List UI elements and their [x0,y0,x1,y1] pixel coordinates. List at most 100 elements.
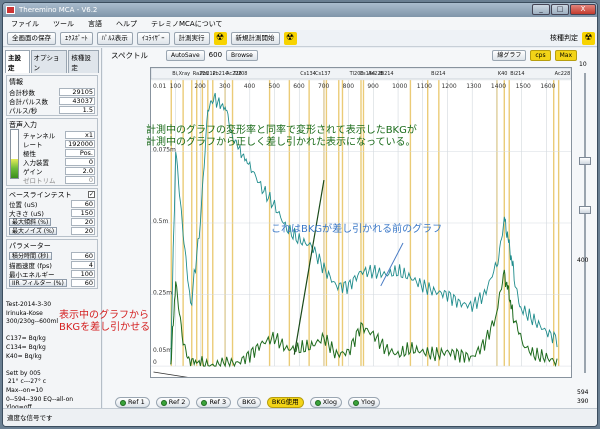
min-energy-field[interactable]: 100 [71,269,95,278]
x-tick-label: 300 [219,83,231,90]
iir-filter-field[interactable]: 60 [71,278,95,287]
ref2-led-icon [160,399,167,406]
equalizer-button[interactable]: ｲｺﾗｲｻﾞｰ [136,31,170,45]
pulse-display-button[interactable]: ﾊﾟﾙｽ表示 [96,31,133,45]
isotope-label: Tl208 [233,71,248,77]
channel-field[interactable]: x1 [65,130,95,139]
audio-group: 音声入力 チャンネル x1 レート 192000 極性 Pos. 入力装置 0 ゲイン 2… [6,118,98,186]
iir-filter-button[interactable]: IIR フィルター (%) [9,278,67,287]
bkg-button[interactable]: BKG [237,397,261,408]
x-tick-label: 1400 [491,83,506,90]
polarity-field[interactable]: Pos. [65,148,95,157]
slider-bottom-value: 390 [577,398,589,405]
input-device-field[interactable]: 0 [65,157,95,166]
menu-language[interactable]: 言語 [88,19,102,29]
isotope-label: Bi,Xray [172,71,190,77]
tab-nuclide-settings[interactable]: 核種設定 [68,50,99,73]
slider-thumb[interactable] [579,157,591,165]
xlog-button[interactable]: Xlog [309,397,343,408]
y-tick-label: 0.05m [153,347,172,354]
xlog-led-icon [314,399,321,406]
ylog-led-icon [353,399,360,406]
toolbar: 全画面の保存 ｴｸｽﾎﾟｰﾄ ﾊﾟﾙｽ表示 ｲｺﾗｲｻﾞｰ 計測実行 ☢ 新規計… [3,30,597,47]
autosave-button[interactable]: AutoSave [165,49,205,61]
run-measure-button[interactable]: 計測実行 [173,31,210,45]
x-tick-label: 1000 [392,83,407,90]
input-level-meter [10,129,19,179]
slider-mid-value: 400 [577,257,589,264]
integration-time-button[interactable]: 積分時間 (秒) [9,251,52,260]
max-noise-button[interactable]: 最大ノイズ (%) [9,226,58,235]
maximize-button[interactable]: □ [551,4,569,15]
close-button[interactable]: X [570,4,596,15]
ref3-button[interactable]: Ref 3 [196,397,232,408]
zero-trim-field[interactable]: 0 [65,175,95,184]
max-button[interactable]: Max [554,49,577,61]
tab-main-settings[interactable]: 主設定 [5,50,30,73]
radiation-icon: ☢ [283,31,297,45]
max-noise-field[interactable]: 20 [71,226,95,235]
export-button[interactable]: ｴｸｽﾎﾟｰﾄ [60,31,93,45]
browse-button[interactable]: Browse [226,49,258,61]
x-tick-label: 800 [343,83,355,90]
x-tick-label: 1300 [466,83,481,90]
x-tick-label: 900 [367,83,379,90]
unit-button[interactable]: cps [530,49,551,61]
params-group: パラメーター 積分時間 (秒) 60 描画速度 (fps) 4 最小エネルギー 100… [6,239,98,289]
app-window: Theremino MCA - V6.2 _ □ X ファイル ツール 言語 ヘ… [2,2,598,427]
use-bkg-button[interactable]: BKG使用 [266,397,304,408]
integration-time-field[interactable]: 60 [71,251,95,260]
x-tick-label: 1200 [441,83,456,90]
menu-about[interactable]: テレミノMCAについて [151,19,223,29]
isotope-label: Cs137 [315,71,331,77]
radiation-icon: ☢ [582,31,595,45]
slider-thumb[interactable] [579,206,591,214]
total-seconds-field: 29105 [59,87,95,96]
info-row: パルス/秒 1.5 [9,105,95,115]
position-field[interactable]: 60 [71,199,95,208]
app-icon [6,6,15,14]
menu-file[interactable]: ファイル [11,19,39,29]
size-field[interactable]: 150 [71,208,95,217]
ylog-button[interactable]: Ylog [348,397,380,408]
spectrum-label: スペクトル [111,50,148,60]
max-slope-field[interactable]: 20 [71,217,95,226]
gain-field[interactable]: 2.0 [65,166,95,175]
baseline-checkbox[interactable]: ✓ [88,191,95,198]
title-bar: Theremino MCA - V6.2 _ □ X [3,3,597,17]
y-tick-label: 0.5m [153,218,168,225]
radiation-icon: ☢ [213,31,227,45]
ref2-button[interactable]: Ref 2 [155,397,191,408]
save-screen-button[interactable]: 全画面の保存 [7,31,56,45]
line-graph-button[interactable]: 線グラフ [492,49,527,61]
new-measure-button[interactable]: 新規計測開始 [230,31,280,45]
annotation-subtract-bkg: 表示中のグラフから BKGを差し引かせる [59,310,151,333]
isotope-label: Bi214 [379,71,393,77]
rate-field[interactable]: 192000 [65,139,95,148]
menu-tools[interactable]: ツール [53,19,74,29]
info-group: 情報 合計秒数 29105 合計パルス数 43037 パルス/秒 1.5 [6,75,98,116]
status-text: 適度な信号です [7,414,53,422]
slider-top-value: 10 [579,61,587,68]
isotope-label: Cs134 [300,71,316,77]
status-bar: 適度な信号です [3,408,597,426]
draw-speed-field[interactable]: 4 [71,260,95,269]
menu-help[interactable]: ヘルプ [116,19,137,29]
y-tick-label: 0.01 [153,83,166,90]
params-title: パラメーター [9,242,51,250]
spectrum-plot[interactable]: Bi,Xray Ra226Pb212Pb214Ac228Tl208 Cs134 Cs1… [150,67,572,378]
left-panel: 主設定 オプション 核種設定 情報 合計秒数 29105 合計パルス数 43037 … [3,48,102,411]
menu-bar: ファイル ツール 言語 ヘルプ テレミノMCAについて [3,17,597,30]
right-slider-panel: 10 400 594 390 [575,61,595,405]
x-tick-label: 700 [318,83,330,90]
chart-toolbar: スペクトル AutoSave 600 Browse 線グラフ cps Max [103,48,597,62]
y-tick-label: 0 [153,359,157,366]
max-slope-button[interactable]: 最大傾斜 (%) [9,217,52,226]
autosave-interval[interactable]: 600 [209,51,222,59]
ref1-button[interactable]: Ref 1 [115,397,150,408]
tab-options[interactable]: オプション [30,50,68,73]
isotope-label: Ac228 [555,71,571,77]
x-tick-label: 1600 [540,83,555,90]
minimize-button[interactable]: _ [532,4,550,15]
annotation-bkg-subtracted: 計測中のグラフの変形率と同率で変形されて表示したBKGが 計測中のグラフから正し… [146,125,417,148]
